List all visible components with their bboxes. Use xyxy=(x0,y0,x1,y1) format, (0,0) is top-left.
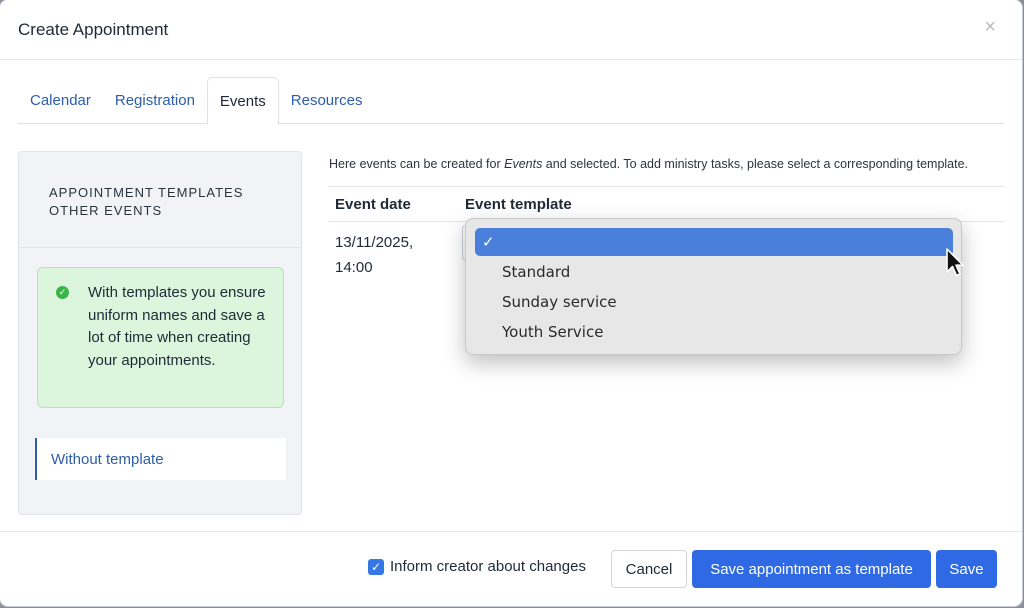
dropdown-option-youth-service[interactable]: Youth Service xyxy=(475,318,953,346)
dialog-title: Create Appointment xyxy=(18,19,169,39)
inform-creator-checkbox[interactable]: ✓ xyxy=(368,558,384,575)
without-template-item[interactable]: Without template xyxy=(35,438,286,480)
create-appointment-dialog: Create Appointment × Calendar Registrati… xyxy=(0,0,1022,606)
info-box: ✓ With templates you ensure uniform name… xyxy=(37,267,284,408)
mouse-pointer-icon xyxy=(946,248,964,277)
sidebar-heading-line1: APPOINTMENT TEMPLATES xyxy=(49,185,244,200)
event-date-value: 13/11/2025, xyxy=(335,234,414,251)
event-template-dropdown: ✓ Standard Sunday service Youth Service xyxy=(465,218,962,355)
checkmark-icon: ✓ xyxy=(482,233,495,251)
dropdown-option-standard[interactable]: Standard xyxy=(475,258,953,286)
intro-text-part1: Here events can be created for xyxy=(329,157,505,171)
save-as-template-button[interactable]: Save appointment as template xyxy=(692,550,931,588)
cancel-button[interactable]: Cancel xyxy=(611,550,687,588)
event-time-value: 14:00 xyxy=(335,259,373,276)
tab-bar: Calendar Registration Events Resources xyxy=(18,77,1004,125)
intro-text-part2: and selected. To add ministry tasks, ple… xyxy=(542,157,969,171)
events-content: Here events can be created for Events an… xyxy=(329,151,1005,276)
dialog-header: Create Appointment × xyxy=(0,0,1022,60)
tab-events[interactable]: Events xyxy=(206,77,279,125)
event-date-cell: 13/11/2025, 14:00 xyxy=(335,230,445,280)
close-icon[interactable]: × xyxy=(984,17,996,37)
intro-text: Here events can be created for Events an… xyxy=(329,157,1005,187)
check-circle-icon: ✓ xyxy=(56,286,69,299)
dialog-footer: ✓ Inform creator about changes Cancel Sa… xyxy=(0,531,1022,606)
events-table-header: Event date Event template xyxy=(329,186,1005,222)
column-header-event-template: Event template xyxy=(465,196,572,213)
dropdown-option-empty[interactable]: ✓ xyxy=(475,228,953,256)
tab-calendar[interactable]: Calendar xyxy=(18,77,103,124)
save-button[interactable]: Save xyxy=(936,550,997,588)
inform-creator-label: Inform creator about changes xyxy=(390,558,586,575)
templates-sidebar: APPOINTMENT TEMPLATES OTHER EVENTS ✓ Wit… xyxy=(18,151,302,515)
column-header-event-date: Event date xyxy=(335,196,411,213)
inform-creator-option[interactable]: ✓ Inform creator about changes xyxy=(368,558,586,575)
info-text: With templates you ensure uniform names … xyxy=(88,284,266,369)
sidebar-heading-line2: OTHER EVENTS xyxy=(49,203,163,218)
tab-registration[interactable]: Registration xyxy=(103,77,207,124)
dropdown-option-sunday-service[interactable]: Sunday service xyxy=(475,288,953,316)
intro-text-emphasis: Events xyxy=(504,157,543,171)
tab-resources[interactable]: Resources xyxy=(279,77,375,124)
sidebar-heading: APPOINTMENT TEMPLATES OTHER EVENTS xyxy=(19,152,301,248)
